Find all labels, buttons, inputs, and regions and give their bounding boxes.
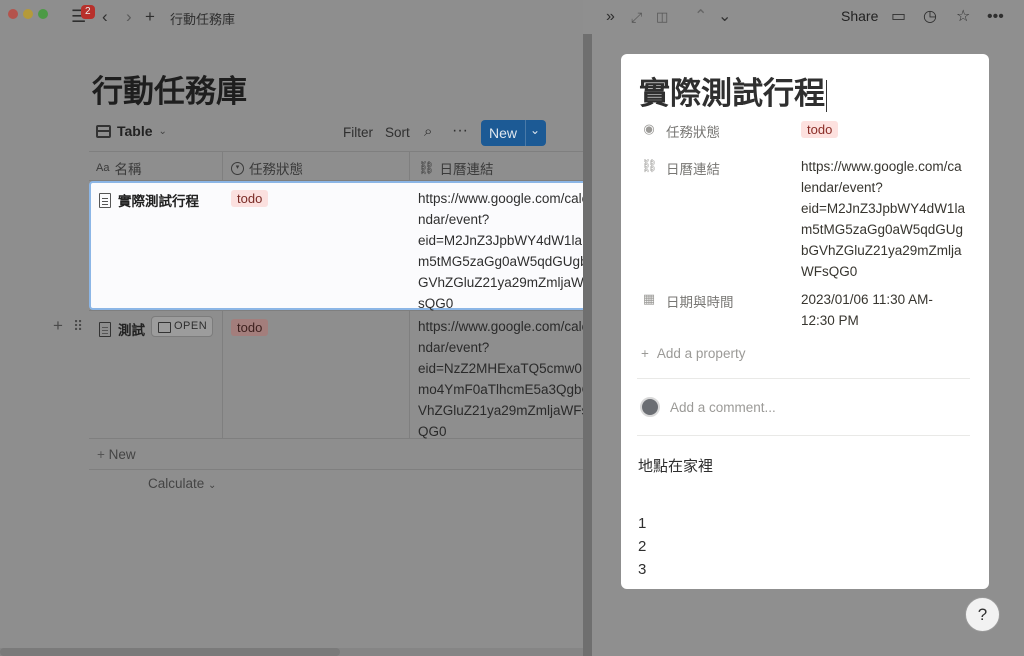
body-line[interactable]: 2 <box>638 538 646 555</box>
comments-icon[interactable]: ▭ <box>891 7 906 27</box>
link-icon: ⛓ <box>418 160 435 175</box>
plus-icon: + <box>641 346 649 361</box>
comment-input[interactable]: Add a comment... <box>670 400 776 415</box>
more-options-icon[interactable]: ··· <box>452 122 468 140</box>
close-peek-icon[interactable]: » <box>606 7 615 27</box>
calendar-link-cell[interactable]: https://www.google.com/cale ndar/event? … <box>418 188 583 314</box>
chevron-down-icon: ⌄ <box>158 125 167 137</box>
row-name: 測試 <box>118 323 145 338</box>
peek-title-text: 實際測試行程 <box>639 76 825 112</box>
page-peek-card: 實際測試行程 ◉ 任務狀態 todo ⛓ 日曆連結 https://www.go… <box>621 54 989 589</box>
column-header-label: 任務狀態 <box>249 162 303 177</box>
forward-arrow-icon[interactable]: › <box>126 7 132 27</box>
window-topbar: ☰ 2 ‹ › + 行動任務庫 <box>0 0 583 34</box>
expand-icon[interactable]: ⤢ <box>631 7 642 27</box>
more-options-icon[interactable]: ••• <box>987 7 1004 27</box>
row-divider <box>89 469 583 470</box>
close-window-button[interactable] <box>8 9 18 19</box>
date-property-label[interactable]: 日期與時間 <box>666 291 734 311</box>
plus-icon: + <box>97 447 105 462</box>
status-property-label[interactable]: 任務狀態 <box>666 121 720 141</box>
page-title: 行動任務庫 <box>92 74 247 110</box>
add-new-label: New <box>108 447 136 462</box>
button-separator <box>525 120 526 146</box>
row-name: 實際測試行程 <box>118 194 199 209</box>
column-header-name[interactable]: Aa 名稱 <box>96 158 141 178</box>
calculate-button[interactable]: Calculate ⌄ <box>148 476 216 491</box>
link-property-value[interactable]: https://www.google.com/ca lendar/event? … <box>801 156 965 282</box>
status-tag[interactable]: todo <box>231 190 269 207</box>
help-button[interactable]: ? <box>965 597 1000 632</box>
add-property-label: Add a property <box>656 346 746 361</box>
pane-divider[interactable] <box>583 34 592 656</box>
table-top-border <box>89 151 583 152</box>
body-line[interactable]: 3 <box>638 561 646 578</box>
history-clock-icon[interactable]: ◷ <box>923 7 937 27</box>
view-tab-table[interactable]: Table ⌄ <box>96 123 167 139</box>
row-name-cell[interactable]: 實際測試行程 <box>99 190 199 210</box>
link-icon: ⛓ <box>641 158 658 173</box>
row-name-cell[interactable]: 測試 <box>99 319 145 339</box>
add-new-row-button[interactable]: + New <box>97 447 136 462</box>
notification-badge: 2 <box>81 5 95 19</box>
text-icon: Aa <box>96 162 110 174</box>
new-record-button[interactable]: New ⌄ <box>481 120 546 146</box>
status-icon: ◉ <box>643 121 655 136</box>
open-row-button[interactable]: OPEN <box>151 316 213 337</box>
column-header-label: 名稱 <box>114 162 142 177</box>
body-paragraph[interactable]: 地點在家裡 <box>638 455 713 476</box>
sort-button[interactable]: Sort <box>385 125 410 140</box>
date-property-value[interactable]: 2023/01/06 11:30 AM- 12:30 PM <box>801 289 933 331</box>
row-add-icon[interactable]: + <box>53 316 63 336</box>
scrollbar-thumb[interactable] <box>0 648 340 656</box>
link-property-label[interactable]: 日曆連結 <box>666 158 720 178</box>
side-peek-icon[interactable]: ◫ <box>656 7 668 27</box>
text-caret <box>826 79 827 112</box>
column-header-link[interactable]: ⛓ 日曆連結 <box>418 158 494 178</box>
maximize-window-button[interactable] <box>38 9 48 19</box>
favorite-star-icon[interactable]: ☆ <box>956 7 970 27</box>
database-pane: ☰ 2 ‹ › + 行動任務庫 行動任務庫 Table ⌄ Filter Sor… <box>0 0 583 656</box>
table-icon <box>96 124 111 138</box>
add-property-button[interactable]: + Add a property <box>641 346 745 361</box>
status-icon: ▾ <box>231 161 244 175</box>
minimize-window-button[interactable] <box>23 9 33 19</box>
chevron-down-icon[interactable]: ⌄ <box>530 123 540 137</box>
body-line[interactable]: 1 <box>638 515 646 532</box>
share-button[interactable]: Share <box>841 8 878 24</box>
status-tag[interactable]: todo <box>231 319 269 336</box>
divider <box>637 378 970 379</box>
calendar-icon: ▦ <box>642 291 656 306</box>
view-toolbar: Table ⌄ Filter Sort ⌕ ··· New ⌄ <box>96 118 583 146</box>
breadcrumb[interactable]: 行動任務庫 <box>170 9 235 28</box>
chevron-down-icon: ⌄ <box>208 480 217 491</box>
avatar <box>640 397 660 417</box>
divider <box>637 435 970 436</box>
search-icon[interactable]: ⌕ <box>424 123 432 140</box>
previous-record-icon[interactable]: ⌃ <box>694 7 707 27</box>
column-header-status[interactable]: ▾ 任務狀態 <box>231 158 303 178</box>
view-tab-label: Table <box>117 123 153 139</box>
new-button-label: New <box>489 125 518 141</box>
filter-button[interactable]: Filter <box>343 125 373 140</box>
document-icon <box>99 321 111 337</box>
drag-handle-icon[interactable]: ⠿ <box>73 318 83 335</box>
document-icon <box>99 192 111 208</box>
next-record-icon[interactable]: ⌄ <box>718 7 731 27</box>
status-property-value[interactable]: todo <box>801 121 839 138</box>
peek-page-title[interactable]: 實際測試行程 <box>639 68 827 113</box>
back-arrow-icon[interactable]: ‹ <box>102 7 108 27</box>
calculate-label: Calculate <box>148 476 205 491</box>
add-page-icon[interactable]: + <box>145 7 155 27</box>
calendar-link-cell[interactable]: https://www.google.com/cale ndar/event? … <box>418 316 583 442</box>
column-header-label: 日曆連結 <box>439 162 494 177</box>
